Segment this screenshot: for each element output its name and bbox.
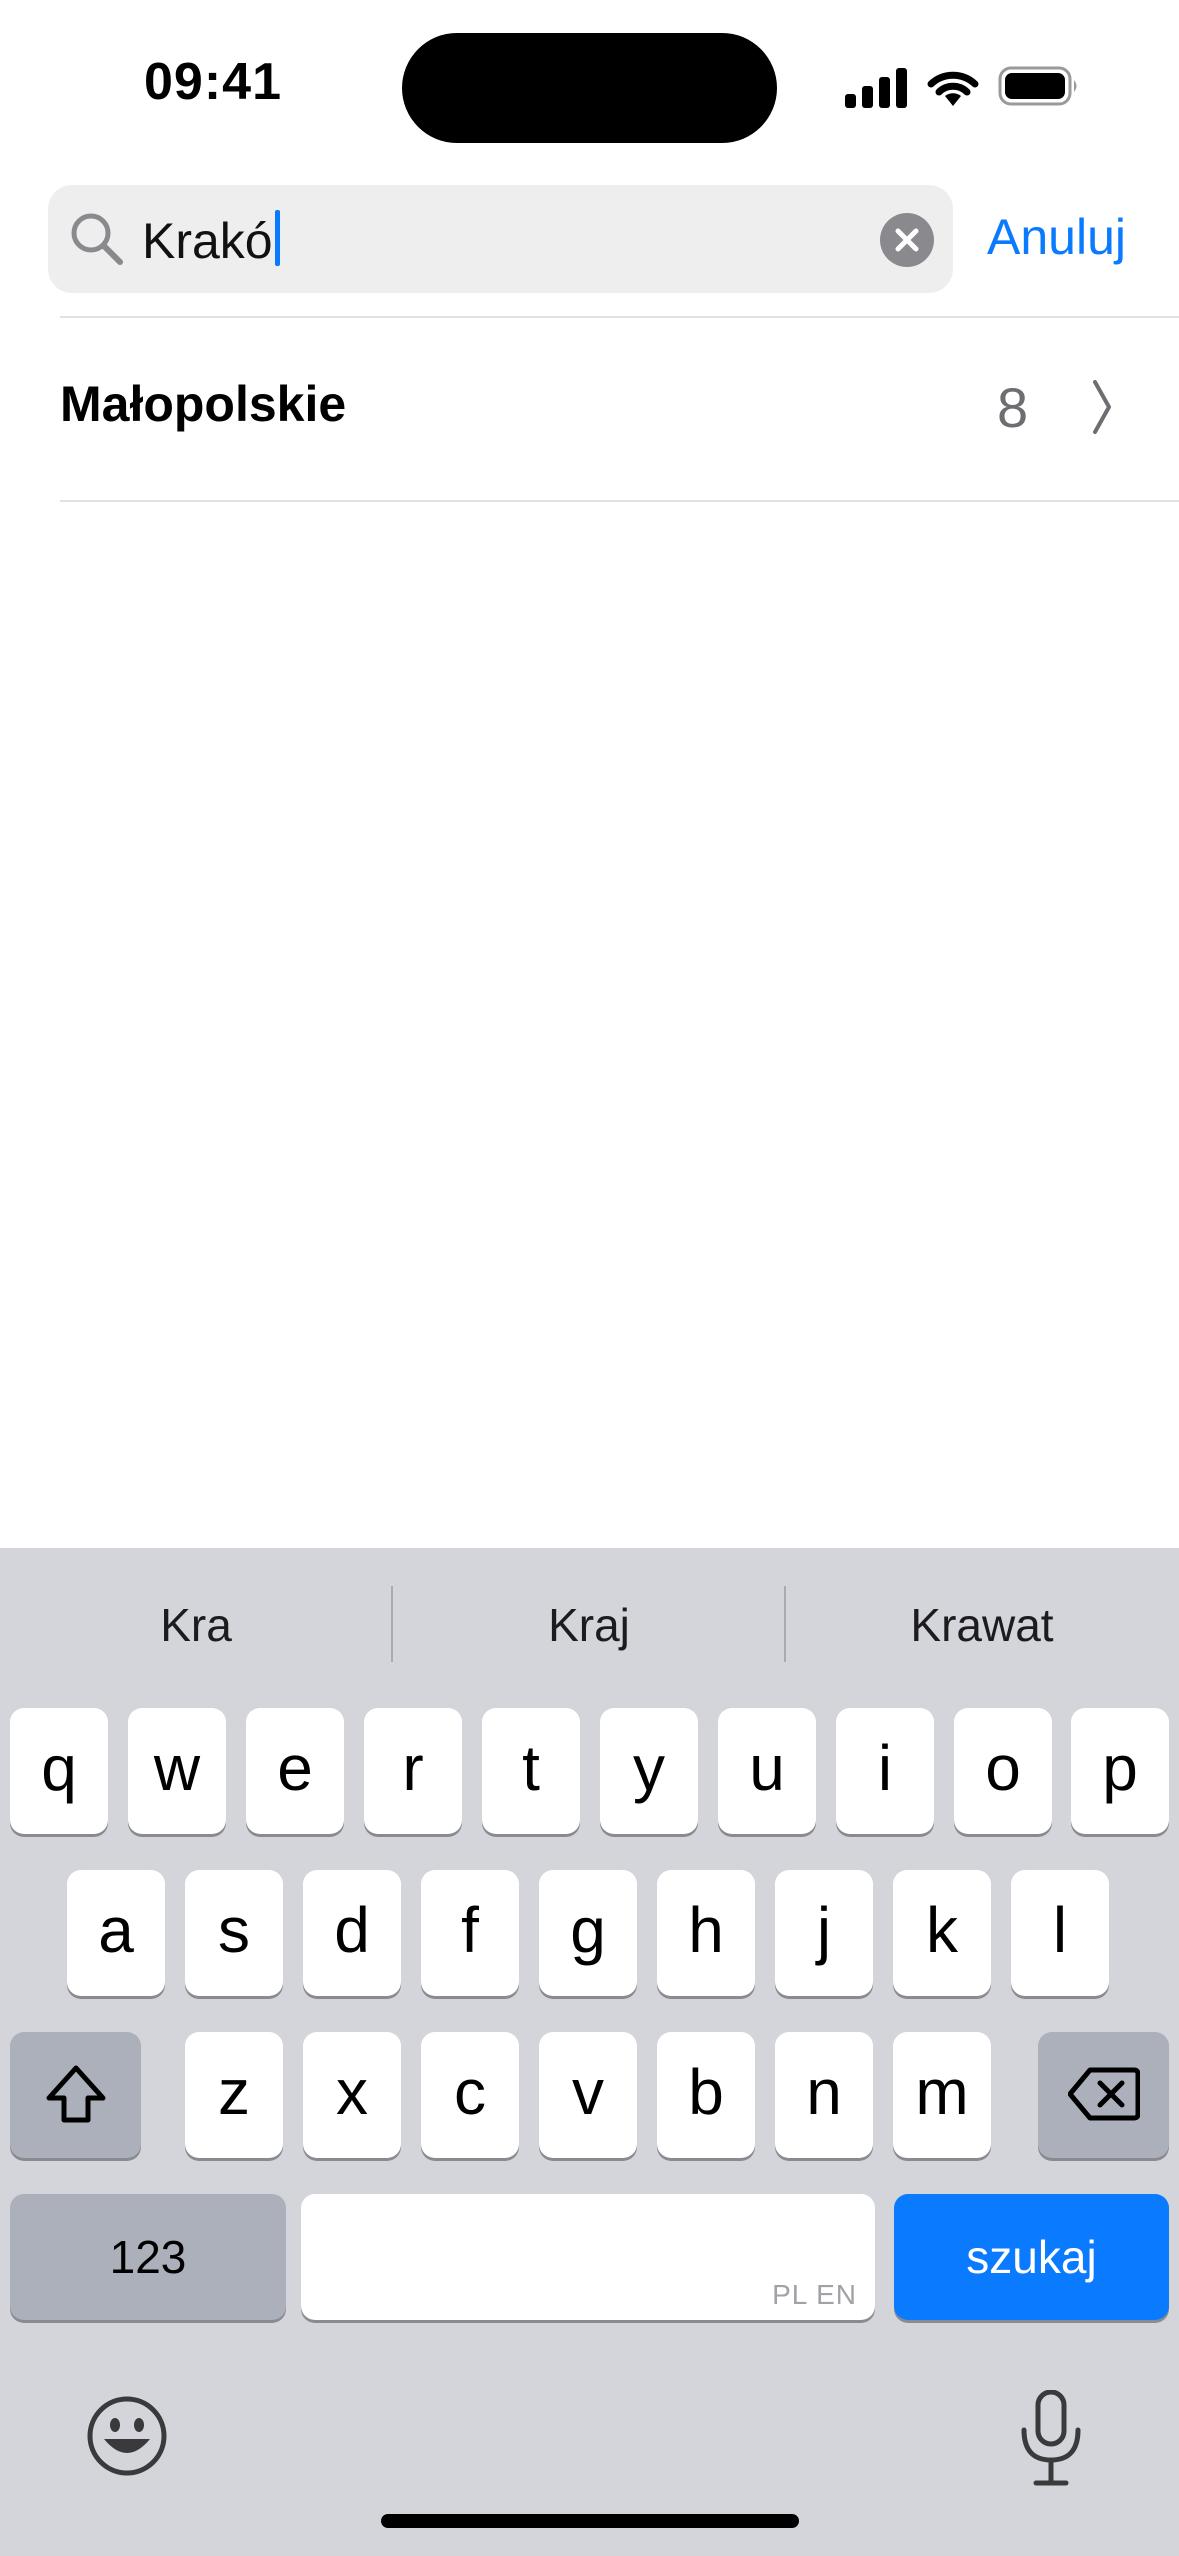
key-g[interactable]: g	[539, 1870, 637, 1996]
key-a[interactable]: a	[67, 1870, 165, 1996]
delete-icon	[1067, 2067, 1140, 2121]
key-m[interactable]: m	[893, 2032, 991, 2158]
key-w[interactable]: w	[128, 1708, 226, 1834]
key-b[interactable]: b	[657, 2032, 755, 2158]
key-s[interactable]: s	[185, 1870, 283, 1996]
chevron-right-icon	[1093, 380, 1111, 434]
suggestion-3[interactable]: Krawat	[786, 1585, 1178, 1665]
key-p[interactable]: p	[1071, 1708, 1169, 1834]
key-v[interactable]: v	[539, 2032, 637, 2158]
shift-key[interactable]	[10, 2032, 141, 2158]
search-key[interactable]: szukaj	[894, 2194, 1169, 2320]
divider	[60, 500, 1179, 502]
cancel-button[interactable]: Anuluj	[987, 207, 1126, 267]
key-c[interactable]: c	[421, 2032, 519, 2158]
key-u[interactable]: u	[718, 1708, 816, 1834]
shift-icon	[46, 2065, 105, 2123]
microphone-icon[interactable]	[1018, 2390, 1084, 2488]
delete-key[interactable]	[1038, 2032, 1169, 2158]
space-key[interactable]: PL EN	[301, 2194, 875, 2320]
key-f[interactable]: f	[421, 1870, 519, 1996]
battery-icon	[998, 66, 1077, 106]
key-j[interactable]: j	[775, 1870, 873, 1996]
key-i[interactable]: i	[836, 1708, 934, 1834]
home-indicator	[381, 2514, 799, 2528]
search-icon	[71, 213, 123, 265]
key-q[interactable]: q	[10, 1708, 108, 1834]
result-label: Małopolskie	[60, 376, 347, 432]
suggestion-2[interactable]: Kraj	[393, 1585, 785, 1665]
search-input-value: Krakó	[142, 213, 273, 269]
key-h[interactable]: h	[657, 1870, 755, 1996]
search-input[interactable]: Krakó	[142, 210, 280, 271]
status-time: 09:41	[144, 53, 282, 111]
result-count: 8	[997, 376, 1029, 439]
key-r[interactable]: r	[364, 1708, 462, 1834]
key-k[interactable]: k	[893, 1870, 991, 1996]
space-language-hint: PL EN	[772, 2279, 857, 2310]
text-caret	[274, 210, 280, 266]
key-y[interactable]: y	[600, 1708, 698, 1834]
key-x[interactable]: x	[303, 2032, 401, 2158]
dynamic-island	[402, 33, 777, 143]
key-l[interactable]: l	[1011, 1870, 1109, 1996]
key-t[interactable]: t	[482, 1708, 580, 1834]
key-n[interactable]: n	[775, 2032, 873, 2158]
key-d[interactable]: d	[303, 1870, 401, 1996]
clear-circle-icon[interactable]	[880, 213, 934, 267]
wifi-icon	[927, 71, 979, 106]
emoji-icon[interactable]	[86, 2395, 168, 2477]
signal-icon	[845, 66, 907, 108]
key-e[interactable]: e	[246, 1708, 344, 1834]
key-z[interactable]: z	[185, 2032, 283, 2158]
suggestion-1[interactable]: Kra	[0, 1585, 392, 1665]
numbers-key[interactable]: 123	[10, 2194, 286, 2320]
key-o[interactable]: o	[954, 1708, 1052, 1834]
